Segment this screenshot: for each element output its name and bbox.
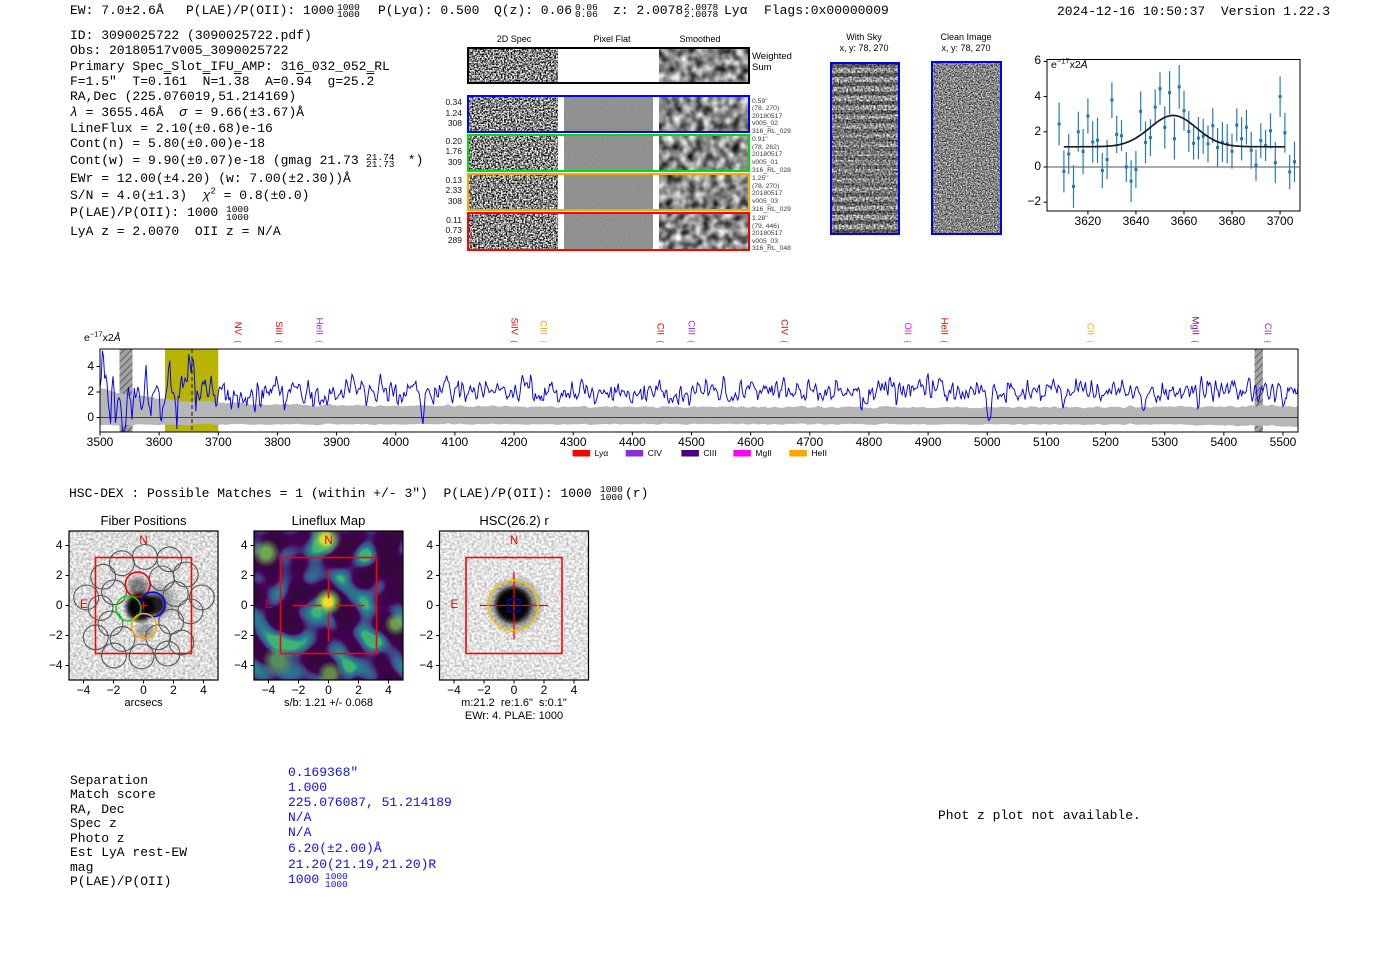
svg-text:{: { — [1191, 341, 1198, 344]
svg-text:{: { — [656, 341, 663, 344]
svg-text:CIII: CIII — [686, 320, 697, 335]
svg-text:{: { — [315, 341, 322, 344]
svg-text:{: { — [539, 341, 546, 344]
svg-text:{: { — [1264, 341, 1271, 344]
svg-text:NV: NV — [232, 322, 243, 336]
svg-text:CIV: CIV — [779, 319, 790, 336]
svg-text:{: { — [1086, 341, 1093, 344]
svg-text:HeII: HeII — [314, 318, 325, 335]
svg-text:MgII: MgII — [1190, 317, 1201, 335]
svg-text:HeII: HeII — [939, 318, 950, 335]
svg-text:{: { — [780, 341, 787, 344]
svg-text:CIII: CIII — [538, 320, 549, 335]
svg-text:{: { — [904, 341, 911, 344]
svg-text:OII: OII — [902, 322, 913, 335]
svg-text:{: { — [275, 341, 282, 344]
svg-text:{: { — [940, 341, 947, 344]
svg-text:SiII: SiII — [273, 321, 284, 335]
svg-text:SiIV: SiIV — [509, 318, 520, 336]
svg-text:{: { — [687, 341, 694, 344]
svg-text:{: { — [234, 341, 241, 344]
svg-text:CII: CII — [1085, 323, 1096, 335]
svg-text:{: { — [510, 341, 517, 344]
svg-text:CII: CII — [1262, 323, 1273, 335]
svg-text:CII: CII — [655, 323, 666, 335]
